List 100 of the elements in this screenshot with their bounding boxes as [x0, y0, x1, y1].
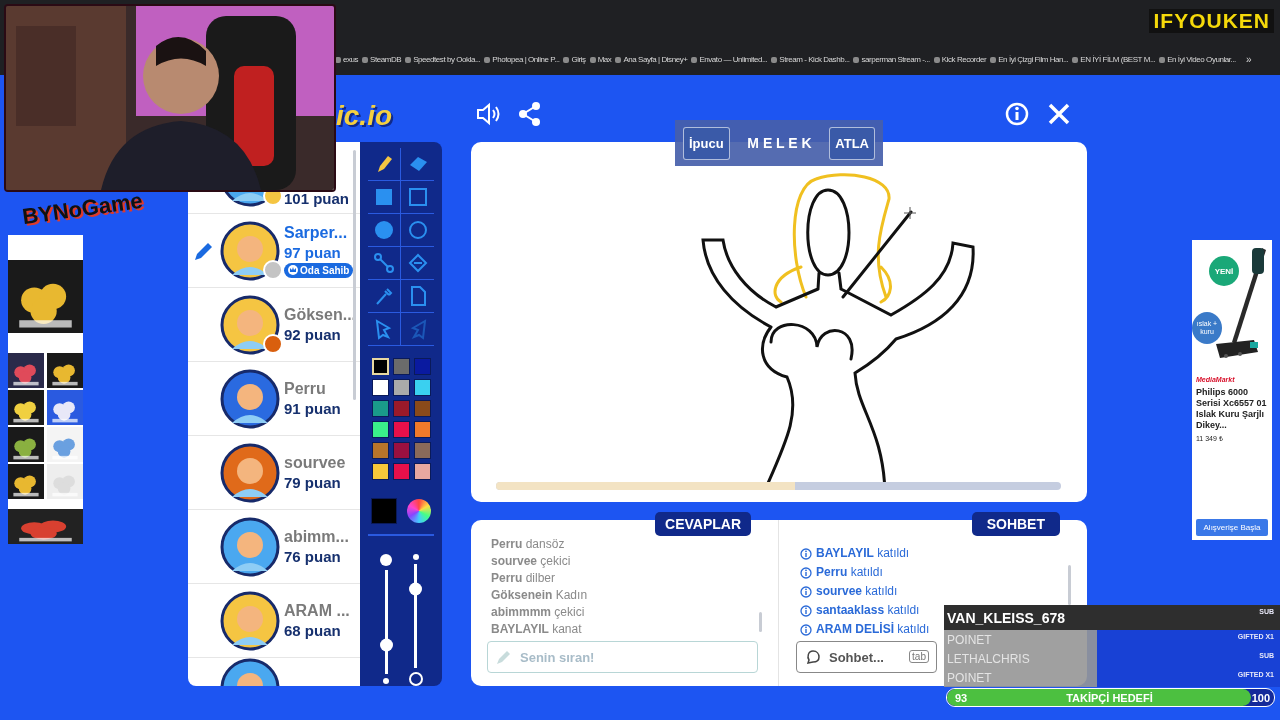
bookmark-link[interactable]: Photopea | Online P...	[492, 55, 560, 64]
hint-button[interactable]: İpucu	[683, 126, 730, 160]
bookmark-link[interactable]: Giriş	[571, 55, 586, 64]
circle-icon	[373, 219, 395, 241]
player-name: sourvee	[284, 454, 346, 472]
player-name: Sarper...	[284, 223, 349, 242]
avatar-icon	[220, 220, 280, 281]
info-icon	[800, 585, 812, 598]
subscriber-name: VAN_KLEISS_678	[946, 608, 1066, 628]
color-swatch[interactable]	[413, 379, 431, 396]
dot-icon	[383, 678, 389, 684]
color-swatch[interactable]	[392, 463, 410, 480]
bookmark-icon	[484, 56, 491, 63]
color-swatch[interactable]	[413, 358, 431, 375]
bookmark-icon	[853, 56, 860, 63]
answer-line: Perru dansöz	[491, 536, 565, 553]
info-icon	[800, 566, 812, 579]
share-icon[interactable]	[517, 101, 543, 127]
answer-line: BAYLAYIL kanat	[491, 621, 582, 638]
shortcut-key: tab	[909, 650, 929, 663]
chat-tab[interactable]: SOHBET	[971, 512, 1060, 536]
ring-icon	[406, 219, 429, 241]
avatar-icon	[220, 368, 280, 429]
slider-thumb[interactable]	[379, 638, 393, 651]
bookmark-link[interactable]: Speedtest by Ookla...	[413, 55, 481, 64]
bookmark-icon	[335, 56, 341, 63]
bookmark-icon	[362, 56, 369, 63]
bookmark-link[interactable]: En İyi Video Oyunlar...	[1167, 55, 1236, 64]
answer-line: sourvee çekici	[491, 553, 571, 570]
subscriber-name: POINET	[944, 630, 1097, 649]
slider-thumb[interactable]	[409, 582, 422, 596]
player-name: abimm...	[284, 528, 349, 546]
bookmark-link[interactable]: Stream - Kick Dashb...	[779, 55, 850, 64]
more-bookmarks-button[interactable]: »	[1245, 54, 1251, 65]
crown-icon	[288, 265, 298, 275]
goal-target: 100	[1251, 691, 1270, 704]
avatar-icon	[220, 590, 280, 651]
color-swatch[interactable]	[371, 379, 389, 396]
chat-message: santaaklass katıldı	[816, 602, 920, 619]
chat-message: BAYLAYIL katıldı	[816, 545, 910, 562]
sound-icon[interactable]	[475, 101, 501, 127]
pencil-tool-button[interactable]	[368, 148, 401, 181]
color-swatch[interactable]	[371, 463, 389, 480]
bookmark-link[interactable]: Envato — Unlimited...	[699, 55, 768, 64]
close-icon[interactable]	[1046, 101, 1072, 127]
bookmark-link[interactable]: Kick Recorder	[941, 55, 987, 64]
bookmark-link[interactable]: Max	[597, 55, 612, 64]
crosshair-cursor-icon	[903, 206, 917, 220]
owner-badge: Oda Sahib	[284, 262, 354, 278]
player-name: Göksen...	[284, 306, 357, 324]
color-swatch[interactable]	[392, 442, 410, 459]
sponsor-logo: BYNoGame	[20, 187, 145, 231]
filled-rect-tool-button[interactable]	[368, 181, 401, 214]
filled-circle-tool-button[interactable]	[368, 214, 401, 247]
info-icon	[800, 604, 812, 617]
color-wheel-icon[interactable]	[407, 499, 431, 523]
color-swatch[interactable]	[413, 463, 431, 480]
diamond-icon	[406, 252, 429, 274]
info-icon	[800, 547, 812, 560]
bookmark-link[interactable]: exus	[343, 55, 359, 64]
player-score: 68 puan	[284, 622, 342, 639]
color-swatch[interactable]	[413, 400, 431, 417]
player-score: 79 puan	[284, 474, 342, 491]
subscriber-name: POINET	[944, 668, 1097, 687]
bookmark-icon	[990, 56, 997, 63]
color-swatch[interactable]	[413, 442, 431, 459]
bookmark-icon	[1072, 56, 1079, 63]
dropper-tool-button[interactable]	[368, 280, 401, 313]
avatar-icon	[220, 294, 280, 355]
undo-tool-button[interactable]	[368, 313, 401, 346]
scrollbar[interactable]	[353, 150, 356, 400]
bookmark-link[interactable]: Ana Sayfa | Disney+	[623, 55, 688, 64]
goal-current: 93	[955, 691, 968, 704]
color-swatch[interactable]	[392, 421, 410, 438]
skip-button[interactable]: ATLA	[829, 126, 875, 160]
color-swatch[interactable]	[392, 358, 410, 375]
color-swatch[interactable]	[371, 442, 389, 459]
bookmark-link[interactable]: SteamDB	[370, 55, 402, 64]
color-swatch[interactable]	[371, 421, 389, 438]
scrollbar[interactable]	[1068, 565, 1071, 605]
bookmark-link[interactable]: En İyi Çizgi Film Han...	[998, 55, 1069, 64]
shop-button[interactable]: Alışverişe Başla	[1196, 519, 1268, 536]
color-swatch[interactable]	[392, 379, 410, 396]
square-icon	[373, 186, 395, 208]
color-swatch[interactable]	[392, 400, 410, 417]
product-title[interactable]: Philips 6000 Serisi Xc6557 01 Islak Kuru Şarjlı Dikey...	[1196, 387, 1268, 431]
bookmark-icon	[589, 56, 596, 63]
bookmark-icon	[691, 56, 698, 63]
line-tool-button[interactable]	[368, 247, 401, 280]
bookmark-icon	[405, 56, 412, 63]
scrollbar[interactable]	[759, 612, 762, 632]
info-icon[interactable]	[1004, 101, 1030, 127]
answers-tab[interactable]: CEVAPLAR	[655, 512, 751, 536]
answer-field[interactable]: Senin sıran!	[487, 641, 758, 673]
answer-line: Perru dilber	[491, 570, 556, 587]
player-name: ARAM ...	[284, 602, 350, 620]
bookmark-link[interactable]: sarperman Stream -...	[861, 55, 930, 64]
color-swatch[interactable]	[371, 400, 389, 417]
color-swatch[interactable]	[413, 421, 431, 438]
bookmark-link[interactable]: EN İYİ FİLM (BEST M...	[1080, 55, 1156, 64]
